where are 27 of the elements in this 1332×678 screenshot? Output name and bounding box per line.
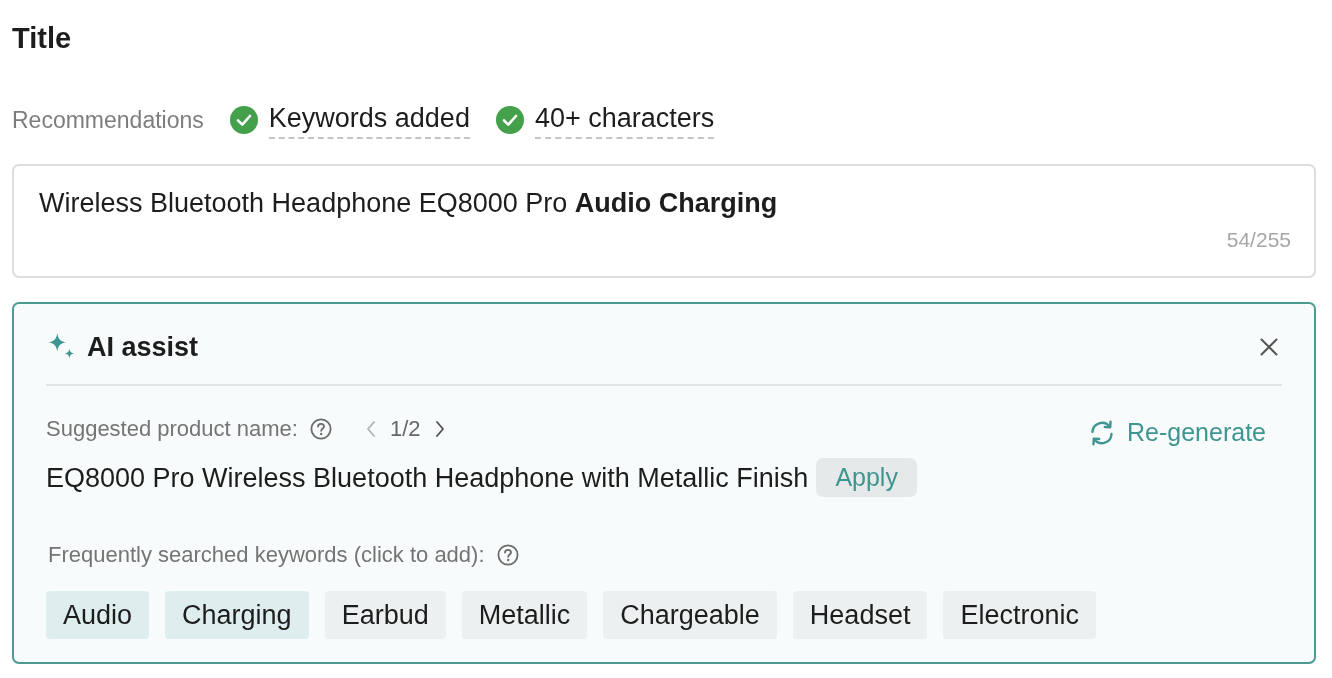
suggestion-label: Suggested product name: bbox=[46, 416, 298, 442]
sparkle-icon bbox=[46, 333, 76, 361]
keyword-chip[interactable]: Audio bbox=[46, 591, 150, 639]
keyword-chip[interactable]: Chargeable bbox=[603, 591, 777, 639]
help-icon[interactable] bbox=[309, 418, 332, 440]
keyword-chip[interactable]: Earbud bbox=[324, 591, 446, 639]
help-icon[interactable] bbox=[496, 544, 519, 566]
page-indicator: 1/2 bbox=[389, 416, 421, 442]
keywords-label: Frequently searched keywords (click to add): bbox=[48, 542, 485, 568]
title-input[interactable]: Wireless Bluetooth Headphone EQ8000 Pro Audio Charging 54/255 bbox=[12, 164, 1316, 278]
panel-title: AI assist bbox=[87, 331, 199, 363]
refresh-icon bbox=[1089, 419, 1115, 446]
keyword-chip[interactable]: Metallic bbox=[461, 591, 588, 639]
close-button[interactable] bbox=[1260, 338, 1278, 356]
recommendation-text: 40+ characters bbox=[534, 101, 715, 139]
chevron-left-icon bbox=[365, 420, 376, 438]
close-icon bbox=[1260, 338, 1278, 356]
recommendations-label: Recommendations bbox=[12, 106, 204, 134]
suggested-name: EQ8000 Pro Wireless Bluetooth Headphone with Metallic Finish bbox=[46, 461, 809, 495]
section-title: Title bbox=[12, 21, 72, 56]
next-button[interactable] bbox=[434, 420, 445, 438]
recommendation-text: Keywords added bbox=[268, 101, 470, 139]
keyword-chip[interactable]: Electronic bbox=[943, 591, 1096, 639]
chevron-right-icon bbox=[434, 420, 445, 438]
keyword-chip[interactable]: Charging bbox=[165, 591, 309, 639]
keyword-chip[interactable]: Headset bbox=[792, 591, 928, 639]
character-counter: 54/255 bbox=[1226, 227, 1291, 253]
